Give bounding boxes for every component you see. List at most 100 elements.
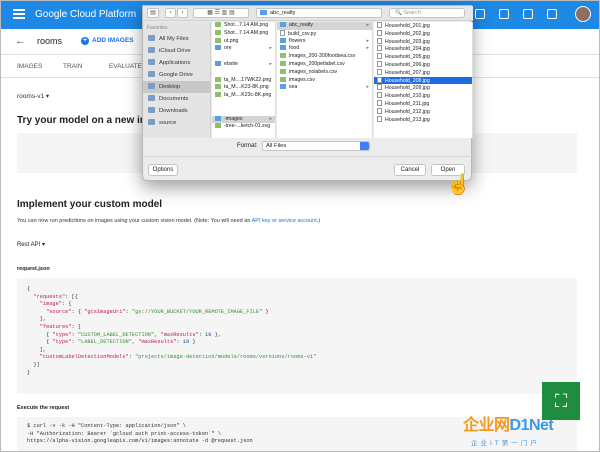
sidebar-item-all-my-files[interactable]: All My Files xyxy=(143,33,210,45)
format-label: Format: xyxy=(237,143,258,149)
favorites-heading: Favorites xyxy=(147,25,168,31)
implement-description: You can now run predictions on images us… xyxy=(17,218,320,224)
cloud-shell-icon[interactable] xyxy=(475,9,485,19)
list-item[interactable]: Shot...7.14 AM.png xyxy=(212,29,275,38)
sidebar-item-source[interactable]: source xyxy=(143,117,210,129)
watermark-slogan: 企业IT第一门户 xyxy=(471,440,540,447)
implement-text: You can now run predictions on images us… xyxy=(17,218,252,224)
browser-column-2: abc_realty ▸ build_csv.py flowers ▸ food ▸ … xyxy=(277,22,373,138)
list-item[interactable]: Household_211.jpg xyxy=(374,99,472,108)
drive-icon xyxy=(148,71,155,77)
list-item[interactable]: Household_209.jpg xyxy=(374,84,472,92)
forward-nav-icon[interactable]: › xyxy=(177,8,188,18)
desktop-icon xyxy=(148,83,155,89)
tab-images[interactable]: IMAGES xyxy=(1,56,47,77)
execute-request-label: Execute the request xyxy=(17,405,70,411)
folder-icon xyxy=(148,119,155,125)
tab-train[interactable]: TRAIN xyxy=(47,56,93,77)
back-arrow-icon[interactable]: ← xyxy=(15,35,26,47)
sidebar-item-downloads[interactable]: Downloads xyxy=(143,105,210,117)
add-icon: + xyxy=(81,37,89,45)
add-images-label: ADD IMAGES xyxy=(92,37,134,44)
browser-column-1: Shot...7.14 AM.png Shot...7.14 AM.png ut… xyxy=(212,22,276,138)
avatar[interactable] xyxy=(575,6,591,22)
list-item-selected[interactable]: Household_208.jpg xyxy=(374,76,472,85)
more-icon[interactable] xyxy=(547,9,557,19)
list-item[interactable]: -tree-...ketch-01.svg xyxy=(212,123,275,131)
sidebar-item-applications[interactable]: Applications xyxy=(143,57,210,69)
list-item[interactable]: Household_206.jpg xyxy=(374,60,472,69)
list-item[interactable]: images.csv xyxy=(277,76,372,85)
sidebar-item-google-drive[interactable]: Google Drive xyxy=(143,69,210,81)
top-bar-actions xyxy=(475,9,557,19)
dialog-sidebar: Favorites All My Files iCloud Drive Appl… xyxy=(143,22,211,138)
view-mode-icon[interactable]: ▦ ☰ ▥ ▤ xyxy=(193,8,249,18)
tab-evaluate[interactable]: EVALUATE xyxy=(93,56,142,77)
sidebar-item-documents[interactable]: Documents xyxy=(143,93,210,105)
list-item[interactable]: Household_205.jpg xyxy=(374,53,472,61)
list-item[interactable]: ore ▸ xyxy=(212,45,275,53)
api-key-link[interactable]: API key or service account xyxy=(252,218,317,224)
list-item[interactable]: Household_207.jpg xyxy=(374,68,472,77)
list-item[interactable]: images_nolabels.csv xyxy=(277,68,372,77)
model-version-select[interactable]: rooms-v1 ▾ xyxy=(17,92,49,100)
request-json-code: { "requests": [{ "image": { "source": { … xyxy=(17,278,577,394)
list-item[interactable]: Household_204.jpg xyxy=(374,45,472,53)
list-item[interactable]: Household_213.jpg xyxy=(374,115,472,124)
documents-icon xyxy=(148,95,155,101)
page-title: rooms xyxy=(37,36,63,46)
help-icon[interactable] xyxy=(499,9,509,19)
list-item[interactable]: ta_M....K23-8K.png xyxy=(212,84,275,92)
list-item[interactable]: ut.png xyxy=(212,37,275,46)
sidebar-toggle-icon[interactable]: ▤ xyxy=(147,8,159,18)
files-icon xyxy=(148,35,155,41)
back-nav-icon[interactable]: ‹ xyxy=(165,8,176,18)
gcp-brand[interactable]: Google Cloud Platform xyxy=(35,9,136,20)
list-item[interactable]: images_200petlabel.csv xyxy=(277,60,372,69)
list-item[interactable]: ta_M....K23c-8K.png xyxy=(212,92,275,100)
format-select[interactable]: All Files xyxy=(262,141,370,151)
folder-icon xyxy=(260,10,267,16)
implement-text-end: .) xyxy=(316,218,321,224)
cancel-button[interactable]: Cancel xyxy=(394,164,426,176)
api-type-select[interactable]: Rest API ▾ xyxy=(17,241,45,248)
list-item[interactable]: food ▸ xyxy=(277,45,372,53)
hand-cursor-icon: ☝ xyxy=(446,174,471,196)
implement-heading: Implement your custom model xyxy=(17,199,163,210)
hamburger-menu-icon[interactable] xyxy=(13,9,25,19)
list-item[interactable]: abc_realty ▸ xyxy=(277,22,372,30)
divider xyxy=(143,156,473,157)
list-item[interactable]: Shot...7.14 AM.png xyxy=(212,22,275,30)
applications-icon xyxy=(148,59,155,65)
list-item[interactable] xyxy=(212,100,275,108)
list-item[interactable] xyxy=(212,69,275,77)
list-item[interactable]: Household_210.jpg xyxy=(374,92,472,100)
list-item[interactable] xyxy=(212,53,275,61)
list-item[interactable]: images_200-300foodsea.csv xyxy=(277,53,372,61)
file-open-dialog: ▤ ‹ › ▦ ☰ ▥ ▤ abc_realty 🔍 Search Favori… xyxy=(142,5,473,181)
browser-column-3: Household_201.jpg Household_202.jpg Hous… xyxy=(374,22,473,138)
screenshot: Google Cloud Platform ← rooms + ADD IMAGE… xyxy=(0,0,600,452)
list-item[interactable] xyxy=(212,108,275,116)
search-input[interactable]: 🔍 Search xyxy=(389,8,465,18)
list-item[interactable]: flowers ▸ xyxy=(277,37,372,46)
list-item[interactable]: Household_201.jpg xyxy=(374,22,472,30)
list-item[interactable]: build_csv.py xyxy=(277,29,372,38)
list-item[interactable]: ebsite ▸ xyxy=(212,60,275,69)
list-item[interactable]: Household_212.jpg xyxy=(374,107,472,116)
options-button[interactable]: Options xyxy=(148,164,178,176)
list-item[interactable]: Household_202.jpg xyxy=(374,29,472,38)
notifications-icon[interactable] xyxy=(523,9,533,19)
request-json-label: request.json xyxy=(17,266,50,272)
sidebar-item-icloud-drive[interactable]: iCloud Drive xyxy=(143,45,210,57)
list-item[interactable]: sea ▸ xyxy=(277,84,372,92)
cloud-icon xyxy=(148,47,155,53)
list-item[interactable]: Household_203.jpg xyxy=(374,37,472,46)
watermark-logo: 企业网D1Net xyxy=(463,417,554,434)
path-dropdown[interactable]: abc_realty xyxy=(256,8,382,18)
list-item[interactable]: ta_M....17WK22.png xyxy=(212,76,275,85)
downloads-icon xyxy=(148,107,155,113)
add-images-button[interactable]: + ADD IMAGES xyxy=(81,37,134,45)
list-item[interactable]: -images ▸ xyxy=(212,115,275,124)
sidebar-item-desktop[interactable]: Desktop xyxy=(143,81,210,93)
